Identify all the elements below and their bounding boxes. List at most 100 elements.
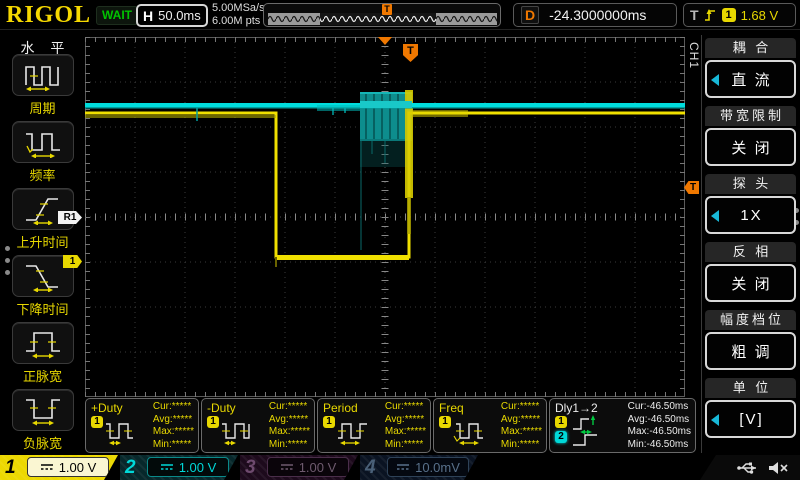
invert-label: 反 相 (705, 242, 796, 262)
probe-value-button[interactable]: 1X (705, 196, 796, 234)
left-measure-menu: 水 平 周期 频率 上升时间 下降时间 正脉宽 负脉宽 (0, 30, 85, 455)
delay-measure-icon (571, 415, 611, 454)
channel-status-bar: 1 1.00 V 2 1.00 V 3 1.00 V 4 10.0mV (0, 455, 800, 480)
graticule-and-traces (85, 37, 685, 397)
top-status-bar: RIGOL WAIT H 50.0ms 5.00MSa/s 6.00M pts (0, 0, 800, 30)
source-badge: 1 (91, 416, 103, 428)
measure-item-negative-width[interactable]: 负脉宽 (0, 389, 85, 452)
trigger-level-marker[interactable]: T (684, 181, 699, 194)
trigger-readout-box: T 1 1.68 V (683, 3, 796, 27)
trigger-position-bar-marker[interactable]: T (382, 4, 392, 15)
menu-separator (701, 35, 702, 453)
measure-item-label: 负脉宽 (22, 436, 62, 451)
measurement-minus-duty[interactable]: -Duty 1 Cur:***** Avg:***** Max:***** Mi… (201, 398, 315, 453)
oscilloscope-screen: RIGOL WAIT H 50.0ms 5.00MSa/s 6.00M pts (0, 0, 800, 480)
channel-3-scale: 1.00 V (298, 459, 337, 475)
menu-page-dots (5, 246, 10, 282)
trigger-level-value: 1.68 V (740, 7, 779, 23)
period-icon[interactable] (11, 54, 74, 96)
horizontal-label: H (143, 7, 154, 24)
menu-channel-tab: CH1 (687, 42, 701, 70)
rigol-logo: RIGOL (6, 2, 92, 28)
dc-coupling-icon (160, 462, 174, 472)
measure-item-label: 频率 (29, 168, 56, 183)
sample-rate-readout: 5.00MSa/s 6.00M pts (212, 2, 265, 28)
frequency-icon[interactable] (11, 121, 74, 163)
channel-2-scale: 1.00 V (178, 459, 217, 475)
measurement-period[interactable]: Period 1 Cur:***** Avg:***** Max:***** M… (317, 398, 431, 453)
measure-item-period[interactable]: 周期 (0, 54, 85, 117)
delay-label: D (521, 6, 540, 24)
source-badge: 1 (207, 416, 219, 428)
channel-4-chip[interactable]: 4 10.0mV (360, 455, 478, 480)
stats: Cur:-46.50ms Avg:-46.50ms Max:-46.50ms M… (627, 401, 691, 450)
negative-pulse-width-icon[interactable] (11, 389, 74, 431)
measurement-bar: +Duty 1 Cur:***** Avg:***** Max:***** Mi… (85, 398, 698, 453)
waveform-display (85, 37, 685, 397)
vernier-label: 幅度档位 (705, 310, 796, 330)
invert-value-button[interactable]: 关 闭 (705, 264, 796, 302)
coupling-label: 耦 合 (705, 38, 796, 58)
source-badge: 1 (439, 416, 451, 428)
dc-coupling-icon (40, 462, 54, 472)
dc-coupling-icon (396, 462, 410, 472)
coupling-value-button[interactable]: 直 流 (705, 60, 796, 98)
measure-item-frequency[interactable]: 频率 (0, 121, 85, 184)
select-arrow-icon (711, 414, 719, 426)
menu-item-vernier: 幅度档位 粗 调 (705, 310, 796, 370)
channel-4-scale: 10.0mV (415, 459, 460, 475)
stats: Cur:***** Avg:***** Max:***** Min:***** (152, 401, 194, 450)
source-b-badge: 2 (555, 431, 567, 443)
measure-item-label: 正脉宽 (22, 369, 62, 384)
menu-item-invert: 反 相 关 闭 (705, 242, 796, 302)
horizontal-timebase-box[interactable]: H 50.0ms (136, 4, 208, 27)
freq-measure-icon (453, 417, 489, 452)
channel-1-chip[interactable]: 1 1.00 V (0, 455, 118, 480)
dc-coupling-icon (280, 462, 294, 472)
system-icon-tray (700, 455, 800, 480)
menu-item-probe: 探 头 1X (705, 174, 796, 234)
minus-duty-icon (221, 417, 257, 452)
measure-item-label: 下降时间 (16, 302, 69, 317)
stats: Cur:***** Avg:***** Max:***** Min:***** (500, 401, 542, 450)
bandwidth-limit-value-button[interactable]: 关 闭 (705, 128, 796, 166)
stats: Cur:***** Avg:***** Max:***** Min:***** (384, 401, 426, 450)
timebase-value: 50.0ms (158, 8, 201, 23)
select-arrow-icon (711, 210, 719, 222)
measure-item-label: 上升时间 (16, 235, 69, 250)
menu-item-coupling: 耦 合 直 流 (705, 38, 796, 98)
period-measure-icon (337, 417, 373, 452)
bandwidth-limit-label: 带宽限制 (705, 106, 796, 126)
unit-value-button[interactable]: [V] (705, 400, 796, 438)
menu-item-unit: 单 位 [V] (705, 378, 796, 438)
usb-icon (737, 462, 756, 474)
vernier-value-button[interactable]: 粗 调 (705, 332, 796, 370)
trigger-label: T (690, 7, 699, 23)
delay-readout-box: D -24.3000000ms (513, 3, 677, 27)
measurement-freq[interactable]: Freq 1 Cur:***** Avg:***** Max:***** Min… (433, 398, 547, 453)
acquisition-status-badge: WAIT (96, 6, 138, 25)
measure-item-label: 周期 (29, 101, 56, 116)
source-badge: 1 (323, 416, 335, 428)
select-arrow-icon (711, 74, 719, 86)
measure-item-positive-width[interactable]: 正脉宽 (0, 322, 85, 385)
probe-label: 探 头 (705, 174, 796, 194)
measurement-delay-1-2[interactable]: Dly1→2 1 2 Cur:-46.50ms Avg:-46.50ms Max… (549, 398, 696, 453)
channel-3-chip[interactable]: 3 1.00 V (240, 455, 358, 480)
plus-duty-icon (105, 417, 141, 452)
source-a-badge: 1 (555, 416, 567, 428)
sample-rate: 5.00MSa/s (212, 2, 265, 14)
positive-pulse-width-icon[interactable] (11, 322, 74, 364)
horizontal-position-bar[interactable]: T (263, 3, 501, 27)
measurement-plus-duty[interactable]: +Duty 1 Cur:***** Avg:***** Max:***** Mi… (85, 398, 199, 453)
menu-item-bandwidth-limit: 带宽限制 关 闭 (705, 106, 796, 166)
delay-value: -24.3000000ms (549, 7, 647, 23)
channel-1-scale: 1.00 V (58, 459, 97, 475)
stats: Cur:***** Avg:***** Max:***** Min:***** (268, 401, 310, 450)
speaker-muted-icon (769, 461, 788, 474)
trigger-position-triangle[interactable] (378, 37, 392, 45)
memory-depth: 6.00M pts (212, 15, 261, 27)
channel-2-chip[interactable]: 2 1.00 V (120, 455, 238, 480)
unit-label: 单 位 (705, 378, 796, 398)
trigger-source-badge: 1 (721, 8, 736, 22)
